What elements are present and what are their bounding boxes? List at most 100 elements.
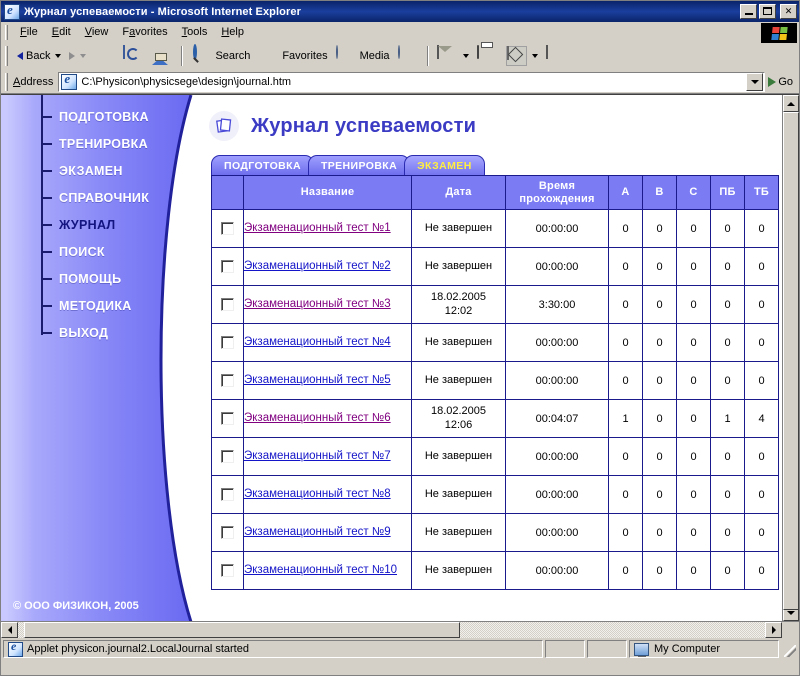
tab-ekzamen[interactable]: ЭКЗАМЕН (404, 155, 485, 175)
test-link[interactable]: Экзаменационный тест №3 (244, 297, 391, 311)
row-checkbox[interactable] (221, 336, 234, 349)
score-cell-b: 0 (642, 361, 677, 400)
menu-tools[interactable]: Tools (175, 24, 215, 40)
search-button[interactable]: Search (187, 44, 254, 68)
toolbar-grip[interactable] (5, 46, 8, 66)
score-cell-tb: 0 (744, 209, 779, 248)
address-input[interactable]: C:\Physicon\physicsege\design\journal.ht… (58, 71, 766, 92)
favorites-button[interactable]: Favorites (254, 45, 331, 68)
go-button[interactable]: Go (765, 76, 797, 88)
row-checkbox[interactable] (221, 412, 234, 425)
address-grip[interactable] (5, 72, 8, 91)
time-cell: 00:00:00 (505, 247, 609, 286)
date-cell: Не завершен (411, 437, 506, 476)
menu-grip[interactable] (5, 24, 8, 40)
tab-trenirovka[interactable]: ТРЕНИРОВКА (307, 155, 411, 175)
print-button[interactable] (473, 45, 502, 68)
back-button[interactable]: Back (13, 45, 65, 68)
mail-button[interactable] (433, 45, 473, 68)
row-checkbox[interactable] (221, 374, 234, 387)
score-cell-c: 0 (676, 323, 711, 362)
row-select-cell (211, 475, 244, 514)
test-link[interactable]: Экзаменационный тест №7 (244, 449, 391, 463)
menu-view[interactable]: View (78, 24, 116, 40)
media-button[interactable]: Media (332, 45, 394, 68)
chevron-down-icon-mail[interactable] (462, 54, 469, 58)
row-checkbox[interactable] (221, 222, 234, 235)
menu-help[interactable]: Help (214, 24, 251, 40)
sidebar-item-pomosch[interactable]: ПОМОЩЬ (41, 265, 191, 292)
test-link[interactable]: Экзаменационный тест №9 (244, 525, 391, 539)
score-cell-b: 0 (642, 475, 677, 514)
discuss-icon (545, 45, 567, 66)
scroll-right-button[interactable] (765, 622, 782, 638)
score-cell-c: 0 (676, 285, 711, 324)
test-link[interactable]: Экзаменационный тест №1 (244, 221, 391, 235)
refresh-button[interactable] (119, 45, 148, 68)
menu-edit[interactable]: Edit (45, 24, 78, 40)
sidebar-item-spravochnik[interactable]: СПРАВОЧНИК (41, 184, 191, 211)
horizontal-scrollbar[interactable] (1, 621, 799, 638)
edit-button[interactable] (502, 45, 542, 68)
chevron-down-icon-forward[interactable] (80, 54, 87, 58)
vertical-scroll-track[interactable] (783, 112, 799, 610)
sidebar-item-zhurnal[interactable]: ЖУРНАЛ (41, 211, 191, 238)
time-cell: 00:00:00 (505, 209, 609, 248)
horizontal-scroll-thumb[interactable] (24, 622, 460, 638)
row-checkbox[interactable] (221, 488, 234, 501)
vertical-scroll-thumb[interactable] (783, 112, 799, 610)
history-button[interactable] (394, 45, 423, 68)
resize-grip[interactable] (781, 640, 797, 658)
score-cell-c: 0 (676, 361, 711, 400)
score-cell-c: 0 (676, 209, 711, 248)
column-a: А (608, 175, 643, 210)
sidebar-item-trenirovka[interactable]: ТРЕНИРОВКА (41, 130, 191, 157)
column-tb: ТБ (744, 175, 779, 210)
maximize-button[interactable] (759, 4, 776, 19)
sidebar-item-vyhod[interactable]: ВЫХОД (41, 319, 191, 346)
test-link[interactable]: Экзаменационный тест №5 (244, 373, 391, 387)
sidebar-item-ekzamen[interactable]: ЭКЗАМЕН (41, 157, 191, 184)
tab-podgotovka[interactable]: ПОДГОТОВКА (211, 155, 314, 175)
row-select-cell (211, 285, 244, 324)
discuss-button[interactable] (542, 45, 571, 68)
stop-button[interactable] (90, 45, 119, 68)
sidebar-item-poisk[interactable]: ПОИСК (41, 238, 191, 265)
test-link[interactable]: Экзаменационный тест №6 (244, 411, 391, 425)
scroll-up-button[interactable] (783, 95, 799, 112)
row-checkbox[interactable] (221, 450, 234, 463)
test-link[interactable]: Экзаменационный тест №2 (244, 259, 391, 273)
forward-button[interactable] (65, 45, 90, 68)
bottom-controls: СБРОС РЕЗ (414, 535, 782, 595)
test-link[interactable]: Экзаменационный тест №8 (244, 487, 391, 501)
go-button-label: Go (778, 75, 793, 88)
table-row: Экзаменационный тест №5 Не завершен 00:00:… (211, 361, 779, 400)
scroll-left-button[interactable] (1, 622, 18, 638)
test-name-cell: Экзаменационный тест №8 (243, 475, 412, 514)
sidebar-item-metodika[interactable]: МЕТОДИКА (41, 292, 191, 319)
row-checkbox[interactable] (221, 298, 234, 311)
chevron-down-icon-edit[interactable] (531, 54, 538, 58)
menu-file[interactable]: File (13, 24, 45, 40)
chevron-down-icon[interactable] (55, 54, 62, 58)
vertical-scrollbar[interactable] (782, 95, 799, 621)
test-name-cell: Экзаменационный тест №10 (243, 551, 412, 590)
horizontal-scroll-track[interactable] (18, 622, 765, 638)
menu-favorites[interactable]: Favorites (115, 24, 174, 40)
address-dropdown-button[interactable] (746, 72, 764, 91)
minimize-button[interactable] (740, 4, 757, 19)
score-cell-a: 0 (608, 247, 643, 286)
home-button[interactable] (148, 45, 177, 68)
menu-bar: File Edit View Favorites Tools Help (1, 22, 799, 43)
window-title: Журнал успеваемости - Microsoft Internet… (24, 5, 301, 18)
sidebar-item-podgotovka[interactable]: ПОДГОТОВКА (41, 103, 191, 130)
test-link[interactable]: Экзаменационный тест №10 (244, 563, 397, 577)
close-button[interactable]: ✕ (780, 4, 797, 19)
test-link[interactable]: Экзаменационный тест №4 (244, 335, 391, 349)
test-name-cell: Экзаменационный тест №7 (243, 437, 412, 476)
score-cell-pb: 0 (710, 475, 745, 514)
row-checkbox[interactable] (221, 260, 234, 273)
row-checkbox[interactable] (221, 564, 234, 577)
row-checkbox[interactable] (221, 526, 234, 539)
score-cell-a: 0 (608, 437, 643, 476)
